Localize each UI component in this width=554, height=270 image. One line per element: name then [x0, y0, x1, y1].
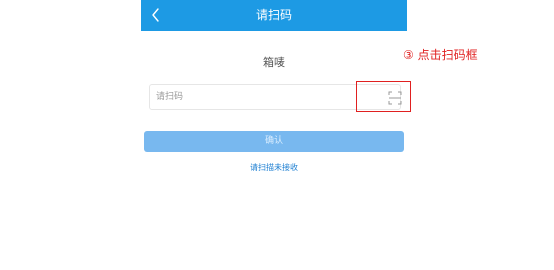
page: 请扫码 箱唛 确认 请扫描未接收 ③ 点击扫码框 [0, 0, 554, 270]
confirm-button[interactable]: 确认 [144, 131, 404, 152]
scan-input[interactable] [150, 85, 366, 109]
box-mark-title: 箱唛 [263, 56, 285, 69]
scan-not-received-link[interactable]: 请扫描未接收 [141, 162, 407, 173]
highlight-box [356, 81, 411, 112]
page-title: 请扫码 [255, 8, 292, 22]
top-bar: 请扫码 [141, 0, 407, 31]
mobile-screen: 请扫码 箱唛 确认 请扫描未接收 [141, 0, 407, 270]
step-annotation: ③ 点击扫码框 [403, 48, 478, 62]
